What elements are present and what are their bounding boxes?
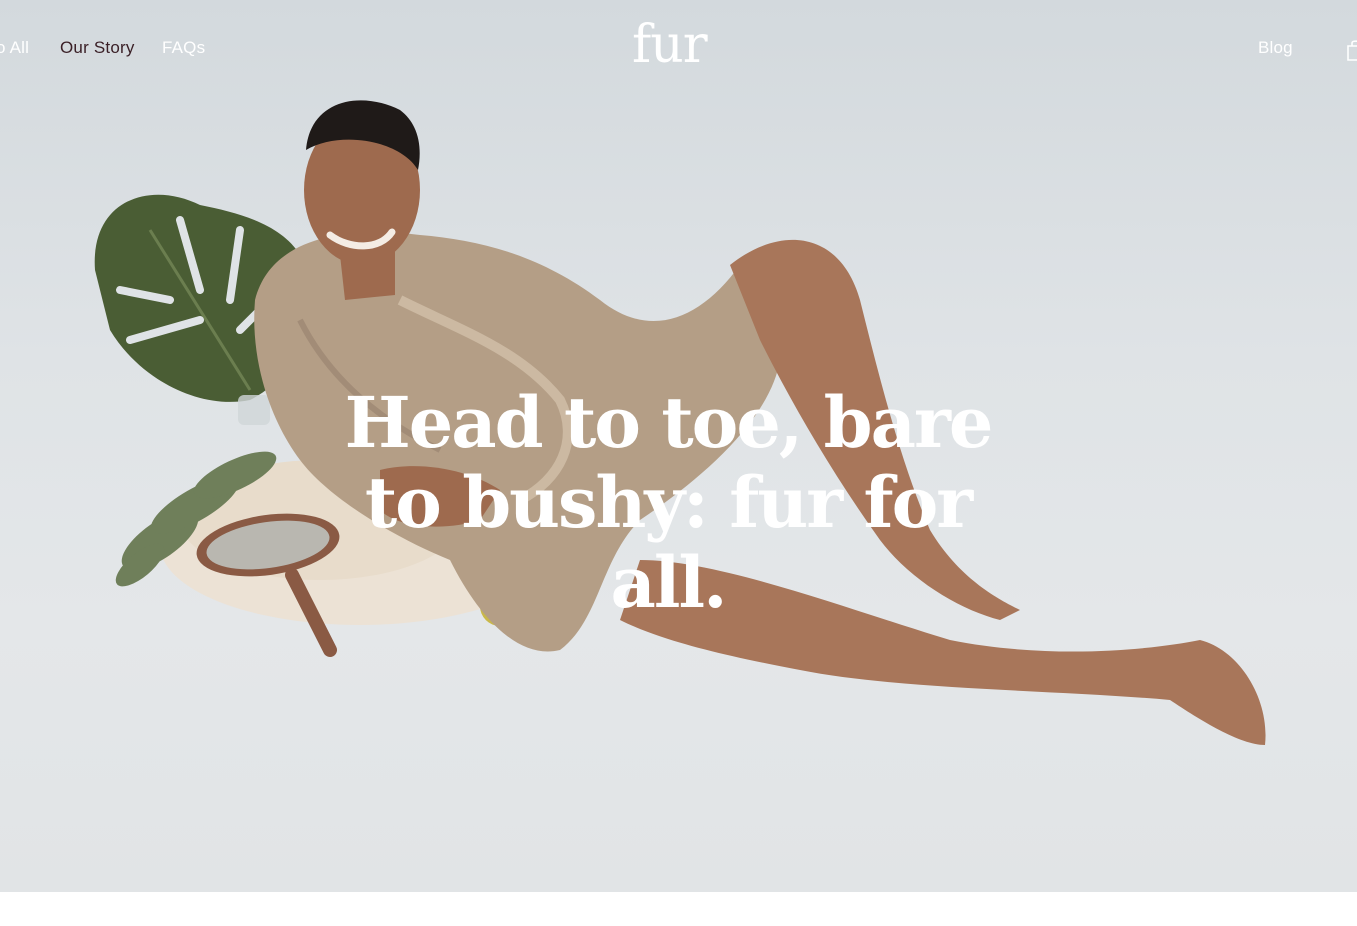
page-body-start <box>0 892 1357 926</box>
glass-vase <box>238 395 270 425</box>
logo[interactable]: fur <box>632 14 708 76</box>
nav-link-blog[interactable]: Blog <box>1258 38 1293 58</box>
nav-link-faqs[interactable]: FAQs <box>162 38 205 58</box>
nav-link-shop-all[interactable]: o All <box>0 38 29 58</box>
hero-section: o All Our Story FAQs fur Blog Head to to… <box>0 0 1357 892</box>
shopping-bag-icon[interactable] <box>1347 39 1357 61</box>
nav-link-our-story[interactable]: Our Story <box>60 38 135 58</box>
hero-headline: Head to toe, bare to bushy: fur for all. <box>344 381 994 624</box>
